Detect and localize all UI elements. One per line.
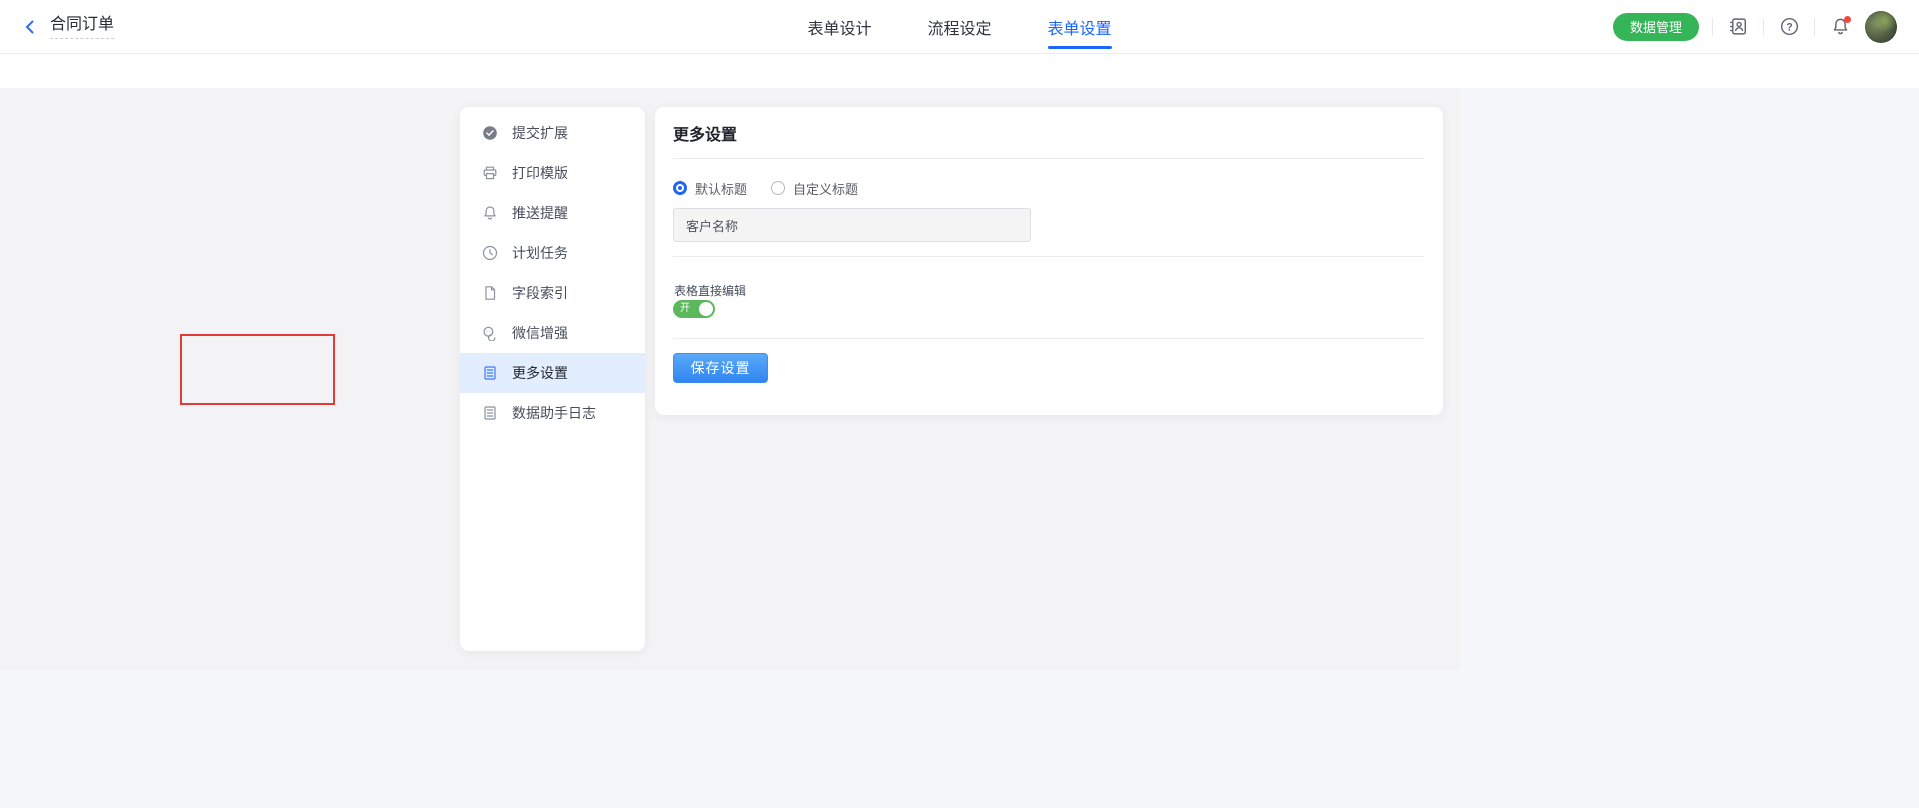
check-circle-icon — [482, 125, 498, 141]
sidebar-item-print-template[interactable]: 打印模版 — [460, 153, 645, 193]
toggle-on-label: 开 — [680, 303, 690, 314]
bell-icon — [482, 205, 498, 221]
divider — [673, 158, 1424, 159]
form-icon — [482, 405, 498, 421]
avatar[interactable] — [1865, 11, 1897, 43]
settings-canvas: 提交扩展 打印模版 推送提醒 计划任务 — [0, 88, 1460, 670]
tab-form-settings[interactable]: 表单设置 — [1048, 0, 1112, 54]
radio-label: 自定义标题 — [793, 179, 858, 198]
more-settings-panel: 更多设置 默认标题 自定义标题 表格直接编辑 开 保存设置 — [655, 107, 1443, 415]
save-settings-button[interactable]: 保存设置 — [673, 353, 768, 383]
sidebar-item-submit-extension[interactable]: 提交扩展 — [460, 113, 645, 153]
help-icon[interactable]: ? — [1777, 15, 1801, 39]
sidebar-item-label: 推送提醒 — [512, 203, 568, 223]
toolbar-strip — [0, 54, 1919, 88]
title-mode-radio-group: 默认标题 自定义标题 — [673, 180, 882, 196]
radio-unselected-icon — [771, 181, 785, 195]
sidebar-item-wechat-enhance[interactable]: 微信增强 — [460, 313, 645, 353]
sidebar-item-field-index[interactable]: 字段索引 — [460, 273, 645, 313]
radio-selected-icon — [673, 181, 687, 195]
sidebar-item-scheduled-tasks[interactable]: 计划任务 — [460, 233, 645, 273]
sidebar-item-label: 提交扩展 — [512, 123, 568, 143]
sidebar-item-push-reminder[interactable]: 推送提醒 — [460, 193, 645, 233]
app-header: 合同订单 表单设计 流程设定 表单设置 数据管理 ? — [0, 0, 1919, 54]
tab-form-design[interactable]: 表单设计 — [807, 0, 871, 54]
header-tabs: 表单设计 流程设定 表单设置 — [807, 0, 1111, 54]
separator — [1712, 18, 1713, 36]
header-right: 数据管理 ? — [1613, 11, 1897, 43]
table-direct-edit-label: 表格直接编辑 — [674, 282, 746, 299]
annotation-highlight-box — [180, 334, 335, 405]
divider — [673, 338, 1424, 339]
separator — [1763, 18, 1764, 36]
separator — [1814, 18, 1815, 36]
sidebar-item-label: 数据助手日志 — [512, 403, 596, 423]
table-direct-edit-toggle[interactable]: 开 — [673, 300, 715, 318]
tab-flow-setting[interactable]: 流程设定 — [927, 0, 991, 54]
toggle-knob — [699, 302, 713, 316]
sidebar-item-label: 更多设置 — [512, 363, 568, 383]
settings-sidebar: 提交扩展 打印模版 推送提醒 计划任务 — [460, 107, 645, 651]
back-group: 合同订单 — [22, 15, 114, 39]
sidebar-item-data-assistant-log[interactable]: 数据助手日志 — [460, 393, 645, 433]
data-manage-button[interactable]: 数据管理 — [1613, 13, 1699, 41]
bell-icon[interactable] — [1828, 15, 1852, 39]
sidebar-item-label: 打印模版 — [512, 163, 568, 183]
document-icon — [482, 285, 498, 301]
form-title[interactable]: 合同订单 — [50, 15, 114, 39]
panel-title: 更多设置 — [673, 121, 737, 145]
address-book-icon[interactable] — [1726, 15, 1750, 39]
svg-text:?: ? — [1786, 21, 1793, 33]
radio-custom-title[interactable]: 自定义标题 — [771, 179, 858, 198]
sidebar-item-label: 字段索引 — [512, 283, 568, 303]
printer-icon — [482, 165, 498, 181]
radio-default-title[interactable]: 默认标题 — [673, 179, 747, 198]
back-button[interactable] — [22, 19, 38, 35]
title-field-input[interactable] — [673, 208, 1031, 242]
notification-dot — [1844, 16, 1851, 23]
divider — [673, 256, 1424, 257]
sidebar-item-more-settings[interactable]: 更多设置 — [460, 353, 645, 393]
clock-icon — [482, 245, 498, 261]
radio-label: 默认标题 — [695, 179, 747, 198]
sidebar-item-label: 微信增强 — [512, 323, 568, 343]
chevron-left-icon — [22, 19, 38, 35]
sidebar-item-label: 计划任务 — [512, 243, 568, 263]
wechat-icon — [482, 325, 498, 341]
form-icon — [482, 365, 498, 381]
